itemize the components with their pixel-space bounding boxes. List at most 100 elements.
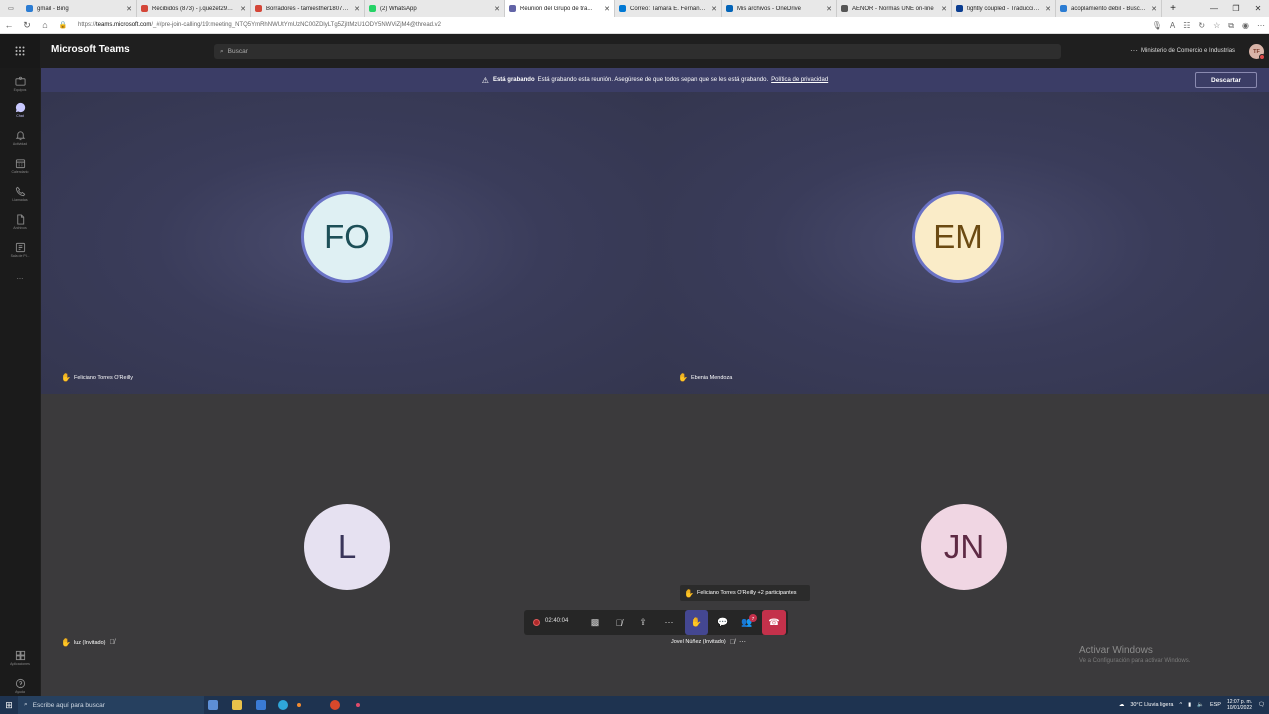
browser-tab[interactable]: acoplamiento debil - Buscar c... ✕	[1056, 0, 1162, 17]
teams-icon	[14, 76, 26, 86]
taskbar-app-icon[interactable]	[356, 703, 360, 707]
profile-icon[interactable]: ◉	[1242, 21, 1249, 30]
raise-hand-button[interactable]: ✋	[685, 610, 708, 635]
participant-tile[interactable]: L ✋ luz (Invitado) 🎙̸	[41, 394, 658, 696]
dismiss-button[interactable]: Descartar	[1195, 72, 1257, 88]
tab-favicon-icon	[369, 5, 376, 12]
tab-close-icon[interactable]: ✕	[941, 5, 947, 13]
browser-tab[interactable]: Borradores - tamiesther18077... ✕	[251, 0, 365, 17]
browser-tab[interactable]: Mis archivos - OneDrive ✕	[722, 0, 837, 17]
rail-item-files[interactable]: Archivos	[0, 208, 40, 236]
restore-icon[interactable]: ❐	[1225, 0, 1247, 17]
tab-close-icon[interactable]: ✕	[240, 5, 246, 13]
url-host: teams.microsoft.com	[96, 22, 152, 28]
taskbar-search-input[interactable]: ⌕ Escribe aquí para buscar	[18, 696, 204, 714]
mic-muted-icon: 🎙̸	[109, 639, 115, 646]
back-icon[interactable]: ←	[0, 17, 18, 34]
favorite-icon[interactable]: ☆	[1213, 21, 1220, 30]
tray-expand-icon[interactable]: ^	[1179, 702, 1182, 708]
tab-close-icon[interactable]: ✕	[604, 5, 610, 13]
rail-label: Aplicaciones	[10, 662, 30, 666]
app-launcher-icon[interactable]	[0, 34, 40, 68]
browser-tab[interactable]: Correo: Tamara E. Fernandez R...✕	[615, 0, 722, 17]
new-tab-button[interactable]: +	[1162, 0, 1184, 17]
help-icon	[15, 678, 25, 689]
url-prefix: https://	[78, 22, 97, 28]
mic-icon[interactable]: 🎙	[1152, 21, 1162, 30]
tab-label: Borradores - tamiesther18077...	[266, 5, 351, 12]
chat-icon	[15, 102, 25, 113]
rail-item-apps[interactable]: Aplicaciones	[0, 644, 40, 672]
reader-icon[interactable]: ☷	[1183, 21, 1190, 30]
rail-item-teams[interactable]: Equipos	[0, 70, 40, 98]
browser-tab[interactable]: gmail - Bing ✕	[22, 0, 137, 17]
settings-more-icon[interactable]: ···	[1130, 46, 1138, 55]
tab-close-icon[interactable]: ✕	[711, 5, 717, 13]
browser-tab-active[interactable]: Reunión del Grupo de tra... ✕	[505, 0, 615, 17]
rail-item-whiteboard[interactable]: Sala de Pl...	[0, 236, 40, 264]
tab-close-icon[interactable]: ✕	[126, 5, 132, 13]
tab-close-icon[interactable]: ✕	[1045, 5, 1051, 13]
mic-off-icon: 🎙̸	[615, 617, 623, 628]
camera-off-button[interactable]: ▩	[586, 610, 604, 635]
meeting-controls: 02:40:04 ▩ 🎙̸ ⇪ ⋯ ✋ 💬 👥 7 ☎	[524, 610, 788, 635]
chat-button[interactable]: 💬	[714, 610, 732, 635]
start-icon[interactable]: ⊞	[0, 696, 18, 714]
leave-call-button[interactable]: ☎	[762, 610, 786, 635]
mute-button[interactable]: 🎙̸	[610, 610, 628, 635]
language-indicator[interactable]: ESP	[1210, 702, 1221, 708]
participant-more-icon[interactable]: ⋯	[739, 638, 746, 646]
edge-icon[interactable]	[278, 700, 288, 710]
task-view-icon[interactable]	[208, 700, 218, 710]
notifications-icon[interactable]: 🗨	[1258, 702, 1265, 708]
browser-tab[interactable]: Recibidos (873) - j.quezet290@... ✕	[137, 0, 251, 17]
participant-tile[interactable]: FO ✋ Feliciano Torres O'Reilly	[41, 92, 658, 394]
taskbar-app-icon[interactable]	[297, 703, 301, 707]
participant-name: Feliciano Torres O'Reilly	[73, 374, 133, 381]
privacy-policy-link[interactable]: Política de privacidad	[771, 77, 828, 83]
rail-item-chat[interactable]: Chat	[0, 96, 40, 124]
refresh-icon[interactable]: ↻	[18, 17, 36, 34]
close-window-icon[interactable]: ✕	[1247, 0, 1269, 17]
tab-close-icon[interactable]: ✕	[1151, 5, 1157, 13]
tab-close-icon[interactable]: ✕	[354, 5, 360, 13]
tab-label: Mis archivos - OneDrive	[737, 5, 802, 12]
url-field[interactable]: https://teams.microsoft.com/_#/pre-join-…	[78, 22, 441, 28]
rail-item-more[interactable]: ...	[0, 262, 40, 290]
store-icon[interactable]	[256, 700, 266, 710]
participant-tile[interactable]: EM ✋ Ebenia Mendoza	[658, 92, 1269, 394]
network-icon[interactable]: ▮	[1188, 702, 1191, 708]
minimize-icon[interactable]: —	[1203, 0, 1225, 17]
lock-icon[interactable]: 🔒	[54, 17, 72, 34]
share-button[interactable]: ⇪	[634, 610, 652, 635]
tab-close-icon[interactable]: ✕	[826, 5, 832, 13]
weather-icon[interactable]: ☁	[1119, 702, 1125, 708]
rail-item-calendar[interactable]: Calendario	[0, 152, 40, 180]
participant-tile[interactable]: JN Jovel Núñez (Invitado) 🎙̸ ⋯	[658, 394, 1269, 696]
browser-tab[interactable]: (2) WhatsApp ✕	[365, 0, 505, 17]
tab-actions-icon[interactable]: ▭	[0, 0, 22, 17]
browser-menu-icon[interactable]: ⋯	[1257, 21, 1265, 30]
browser-tab[interactable]: tightly coupled - Traducción al... ✕	[952, 0, 1056, 17]
search-input[interactable]: ⌕ Buscar	[214, 44, 1061, 59]
app-title: Microsoft Teams	[51, 44, 130, 55]
refresh-page-icon[interactable]: ↻	[1198, 21, 1205, 30]
read-aloud-icon[interactable]: A	[1170, 21, 1175, 30]
weather-text[interactable]: 30°C Lluvia ligera	[1130, 702, 1173, 708]
tab-favicon-icon	[509, 5, 516, 12]
clock[interactable]: 12:07 p. m. 10/01/2022	[1227, 699, 1252, 711]
rail-label: Chat	[16, 114, 24, 118]
home-icon[interactable]: ⌂	[36, 17, 54, 34]
office-icon[interactable]	[330, 700, 340, 710]
more-actions-button[interactable]: ⋯	[660, 610, 678, 635]
browser-tab[interactable]: AENOR - Normas UNE on-line ✕	[837, 0, 952, 17]
tab-close-icon[interactable]: ✕	[494, 5, 500, 13]
collections-icon[interactable]: ⧉	[1228, 21, 1234, 31]
hang-up-icon: ☎	[768, 617, 780, 627]
rail-item-calls[interactable]: Llamadas	[0, 180, 40, 208]
organization-name[interactable]: Ministerio de Comercio e Industrias	[1141, 48, 1235, 54]
volume-icon[interactable]: 🔈	[1197, 702, 1204, 708]
file-explorer-icon[interactable]	[232, 700, 242, 710]
rail-item-activity[interactable]: Actividad	[0, 124, 40, 152]
participants-badge: 7	[749, 614, 757, 622]
